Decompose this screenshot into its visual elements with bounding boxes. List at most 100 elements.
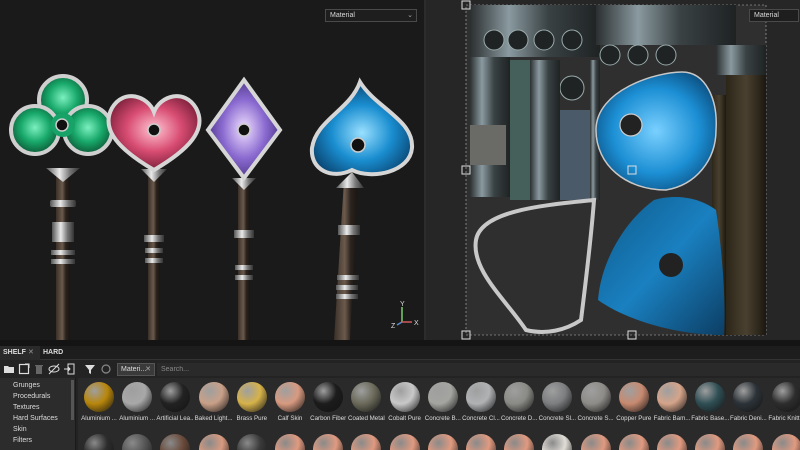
material-preview-sphere[interactable] <box>122 434 153 450</box>
filter-chip-materials[interactable]: Materi... ✕ <box>117 363 155 376</box>
close-icon[interactable]: ✕ <box>145 364 151 375</box>
viewport-2d-uv[interactable]: Material <box>426 0 800 340</box>
shelf-search-input[interactable] <box>157 363 800 376</box>
material-thumbnail-label: Concrete Sl... <box>538 415 577 422</box>
material-thumbnail[interactable]: Fabric Base... <box>691 382 729 422</box>
material-thumbnail[interactable]: Baked Light... <box>195 382 233 422</box>
material-channel-label: Material <box>330 12 355 19</box>
uv-material-channel-label: Material <box>754 12 779 19</box>
material-preview-sphere[interactable] <box>198 434 229 450</box>
shelf-toolbar: Materi... ✕ <box>0 361 800 377</box>
material-preview-sphere[interactable] <box>466 434 496 450</box>
material-thumbnail[interactable]: Concrete D... <box>500 382 538 422</box>
category-skin[interactable]: Skin <box>13 425 27 435</box>
material-thumbnail[interactable]: Fabric Bam... <box>653 382 691 422</box>
material-preview-sphere[interactable] <box>504 434 535 450</box>
material-thumbnail-label: Fabric Base... <box>691 415 730 422</box>
shelf-tab-bar: SHELF ✕ HARD SURFACES <box>0 346 800 370</box>
material-thumbnail-label: Cobalt Pure <box>388 415 421 422</box>
material-preview-sphere[interactable] <box>84 434 114 450</box>
material-thumbnail[interactable]: Aluminium ... <box>118 382 156 422</box>
material-preview-sphere[interactable] <box>351 434 382 450</box>
material-preview-sphere[interactable] <box>542 434 573 450</box>
material-thumbnail[interactable]: Concrete S... <box>577 382 615 422</box>
material-preview-sphere[interactable] <box>695 434 726 450</box>
material-preview-sphere <box>313 382 344 412</box>
material-thumbnail[interactable]: Fabric Deni... <box>729 382 767 422</box>
filter-icon[interactable] <box>84 363 96 375</box>
material-thumbnail-label: Fabric Bam... <box>653 415 691 422</box>
category-filters[interactable]: Filters <box>13 436 32 446</box>
tab-hard-surfaces[interactable]: HARD SURFACES <box>42 346 102 370</box>
filter-chip-label: Materi... <box>121 366 147 373</box>
material-preview-sphere[interactable] <box>733 434 764 450</box>
material-thumbnail[interactable]: Concrete B... <box>424 382 462 422</box>
shelf-category-list: Grunges Procedurals Textures Hard Surfac… <box>0 378 76 450</box>
material-thumbnail[interactable]: Aluminium ... <box>80 382 118 422</box>
material-thumbnail[interactable]: Carbon Fiber <box>309 382 347 422</box>
material-thumbnail-label: Coated Metal <box>347 415 385 422</box>
visibility-toggle-icon[interactable] <box>48 363 60 375</box>
category-hard-surfaces[interactable]: Hard Surfaces <box>13 414 58 424</box>
material-thumbnail-label: Carbon Fiber <box>310 415 347 422</box>
material-preview-sphere <box>275 382 305 412</box>
close-icon[interactable]: ✕ <box>28 346 34 360</box>
category-procedurals[interactable]: Procedurals <box>13 392 50 402</box>
tab-shelf-label: SHELF <box>3 349 26 356</box>
tab-shelf[interactable]: SHELF ✕ <box>0 346 40 360</box>
material-thumbnail-label: Copper Pure <box>616 415 652 422</box>
club-key <box>9 74 114 340</box>
material-preview-sphere[interactable] <box>275 434 305 450</box>
material-preview-sphere[interactable] <box>618 434 649 450</box>
material-preview-sphere[interactable] <box>427 434 458 450</box>
material-preview-sphere[interactable] <box>657 434 687 450</box>
material-thumbnail[interactable]: Artificial Lea... <box>156 382 194 422</box>
material-preview-sphere[interactable] <box>389 434 420 450</box>
material-thumbnail[interactable]: Copper Pure <box>615 382 653 422</box>
delete-icon[interactable] <box>33 363 45 375</box>
material-preview-sphere <box>657 382 687 412</box>
material-thumbnail[interactable]: Concrete Sl... <box>538 382 576 422</box>
folder-icon[interactable] <box>3 363 15 375</box>
material-thumbnail[interactable]: Cobalt Pure <box>386 382 424 422</box>
material-preview-sphere <box>466 382 496 412</box>
viewport-3d[interactable]: Material ⌄ Y X Z <box>0 0 424 340</box>
category-grunges[interactable]: Grunges <box>13 381 40 391</box>
gizmo-x-label: X <box>414 320 419 327</box>
gizmo-y-label: Y <box>400 301 405 308</box>
diamond-key <box>205 76 283 340</box>
material-thumbnail[interactable]: Coated Metal <box>347 382 385 422</box>
material-thumbnail-label: Aluminium ... <box>119 415 156 422</box>
material-thumbnail-label: Concrete S... <box>577 415 614 422</box>
gizmo-z-label: Z <box>391 323 396 330</box>
new-resource-icon[interactable] <box>18 363 30 375</box>
keys-3d-render <box>9 74 415 340</box>
import-icon[interactable] <box>63 363 75 375</box>
material-channel-select[interactable]: Material ⌄ <box>325 9 417 22</box>
material-preview-sphere <box>351 382 382 412</box>
material-preview-sphere[interactable] <box>160 434 191 450</box>
material-preview-sphere[interactable] <box>771 434 800 450</box>
material-preview-sphere <box>160 382 191 412</box>
material-thumbnail[interactable]: Concrete Cl... <box>462 382 500 422</box>
material-thumbnail[interactable]: Calf Skin <box>271 382 309 422</box>
material-preview-sphere <box>542 382 573 412</box>
category-scrollbar[interactable] <box>71 380 74 420</box>
uv-texture-map <box>461 0 767 340</box>
material-preview-sphere[interactable] <box>313 434 344 450</box>
axis-gizmo: Y X Z <box>391 301 419 330</box>
material-thumbnail[interactable]: Brass Pure <box>233 382 271 422</box>
material-preview-sphere <box>618 382 649 412</box>
material-preview-sphere <box>236 382 267 412</box>
refresh-icon[interactable] <box>100 363 112 375</box>
material-preview-sphere[interactable] <box>580 434 611 450</box>
uv-material-channel-select[interactable]: Material <box>749 9 799 22</box>
material-thumbnail-grid: Aluminium ... Aluminium ... Artificial Lea… <box>78 378 800 450</box>
material-preview-sphere[interactable] <box>236 434 267 450</box>
material-thumbnail-label: Artificial Lea... <box>156 415 195 422</box>
material-thumbnail[interactable]: Fabric Knitt... <box>768 382 800 422</box>
material-preview-sphere <box>504 382 535 412</box>
category-textures[interactable]: Textures <box>13 403 39 413</box>
material-preview-sphere <box>695 382 726 412</box>
material-preview-sphere <box>580 382 611 412</box>
